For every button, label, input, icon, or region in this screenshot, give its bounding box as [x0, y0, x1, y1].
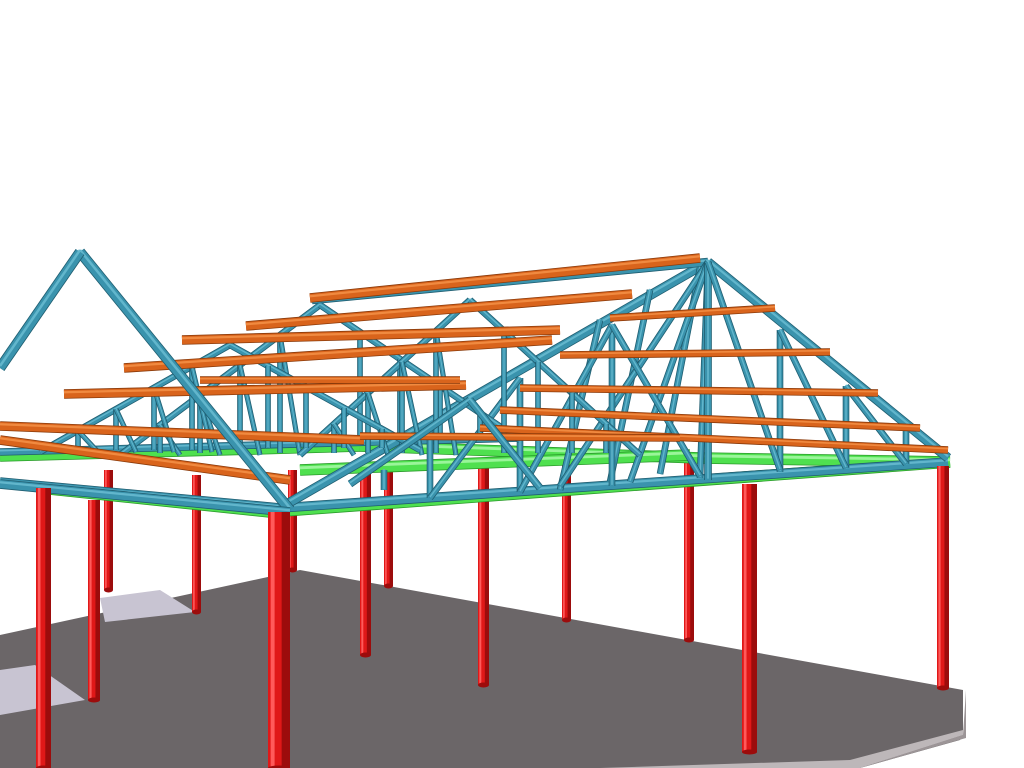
back-column-8-base[interactable] [360, 652, 371, 658]
back-column-6-shade[interactable] [690, 460, 694, 640]
structural-3d-view[interactable] [0, 0, 1024, 768]
front-column-4-base[interactable] [742, 749, 757, 755]
front-column-1-light[interactable] [37, 488, 41, 768]
purlin-2-highlight[interactable] [245, 291, 633, 326]
front-column-3-shade[interactable] [281, 512, 290, 768]
front-column-3-light[interactable] [270, 512, 275, 768]
front-column-5-shade[interactable] [944, 466, 949, 688]
back-column-1-base[interactable] [104, 587, 113, 593]
gable-rafter-left[interactable] [0, 248, 85, 372]
front-column-2-shade[interactable] [95, 500, 100, 700]
back-column-4-base[interactable] [384, 583, 393, 589]
purlin-1-highlight[interactable] [309, 255, 701, 298]
purlin-1[interactable] [309, 253, 701, 303]
front-column-1-shade[interactable] [45, 488, 51, 768]
front-column-2-light[interactable] [89, 500, 92, 700]
back-column-3-shade[interactable] [293, 470, 297, 570]
purlin-10[interactable] [519, 384, 879, 397]
back-column-6-base[interactable] [684, 637, 694, 643]
back-column-2-base[interactable] [192, 609, 201, 615]
purlin-1-face[interactable] [309, 254, 701, 302]
purlin-5[interactable] [63, 380, 467, 399]
back-column-5-shade[interactable] [567, 455, 571, 620]
front-column-2[interactable] [88, 500, 100, 703]
purlin-2[interactable] [245, 289, 633, 331]
purlin-2-face[interactable] [245, 290, 633, 330]
gable-rafter-left-highlight[interactable] [0, 249, 82, 367]
front-column-2-base[interactable] [88, 697, 100, 703]
inner-truss-1-right-highlight[interactable] [319, 303, 521, 440]
front-column-4-light[interactable] [743, 484, 747, 752]
model-viewport[interactable] [0, 0, 1024, 768]
front-column-5-base[interactable] [937, 685, 949, 691]
purlin-6[interactable] [0, 421, 365, 445]
back-column-6[interactable] [684, 460, 694, 643]
purlin-14[interactable] [200, 376, 460, 384]
roof-trusses[interactable] [0, 257, 952, 513]
front-column-1[interactable] [36, 488, 51, 768]
back-column-2-shade[interactable] [197, 475, 201, 612]
back-column-4-shade[interactable] [389, 470, 393, 586]
front-column-4-shade[interactable] [751, 484, 757, 752]
back-column-5-base[interactable] [562, 617, 571, 623]
purlin-6-face[interactable] [0, 422, 365, 444]
front-column-4[interactable] [742, 484, 757, 755]
front-column-5[interactable] [937, 466, 949, 691]
front-column-5-light[interactable] [938, 466, 941, 688]
purlin-5-face[interactable] [63, 381, 467, 398]
front-column-3[interactable] [268, 512, 290, 768]
back-column-7-base[interactable] [478, 682, 489, 688]
purlin-9[interactable] [559, 348, 831, 359]
purlin-13[interactable] [359, 432, 681, 442]
